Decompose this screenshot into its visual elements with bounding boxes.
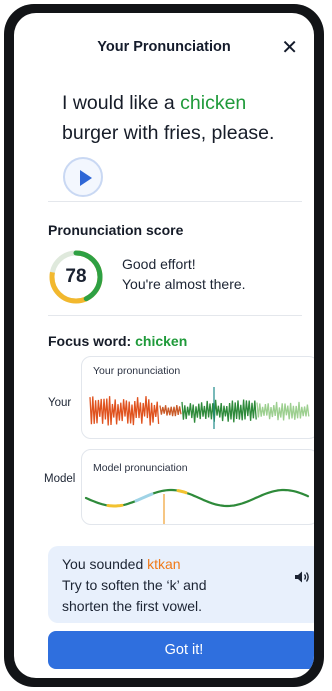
sentence-text-after: burger with fries, please. bbox=[62, 122, 275, 144]
divider bbox=[48, 201, 302, 202]
tip-prefix: You sounded bbox=[62, 556, 148, 572]
your-waveform-card[interactable]: Your pronunciation bbox=[81, 356, 314, 439]
tip-box: You sounded ktkan Try to soften the ‘k’ … bbox=[48, 546, 314, 623]
play-button[interactable] bbox=[63, 157, 103, 197]
tip-line-2: Try to soften the ‘k’ and bbox=[62, 577, 207, 593]
score-section-label: Pronunciation score bbox=[48, 222, 184, 238]
pronunciation-screen: Your Pronunciation ✕ I would like a chic… bbox=[14, 13, 314, 678]
header: Your Pronunciation ✕ bbox=[14, 37, 314, 59]
close-icon[interactable]: ✕ bbox=[281, 37, 298, 59]
divider bbox=[48, 315, 302, 316]
waveform-segment bbox=[256, 401, 310, 421]
focus-word-label: Focus word: chicken bbox=[48, 333, 187, 349]
sentence-text-before: I would like a bbox=[62, 92, 181, 114]
your-waveform bbox=[89, 387, 310, 429]
target-sentence: I would like a chicken burger with fries… bbox=[62, 88, 307, 148]
feedback-line-2: You're almost there. bbox=[122, 276, 246, 292]
page-title: Your Pronunciation bbox=[97, 39, 231, 55]
speaker-icon[interactable] bbox=[294, 570, 310, 584]
got-it-button[interactable]: Got it! bbox=[48, 631, 314, 669]
model-wave-segment bbox=[106, 503, 124, 508]
waveform-segment bbox=[159, 405, 182, 417]
model-row-label: Model bbox=[44, 473, 76, 485]
model-waveform-card[interactable]: Model pronunciation bbox=[81, 449, 314, 525]
device-frame: Your Pronunciation ✕ I would like a chic… bbox=[4, 4, 324, 687]
sentence-highlight-word: chicken bbox=[180, 92, 247, 114]
model-waveform-caption: Model pronunciation bbox=[93, 462, 188, 474]
tip-line-3: shorten the first vowel. bbox=[62, 598, 203, 614]
your-row-label: Your bbox=[48, 397, 72, 409]
model-waveform bbox=[84, 488, 310, 524]
focus-label-text: Focus word: bbox=[48, 333, 136, 349]
focus-word: chicken bbox=[135, 333, 188, 349]
model-wave-segment bbox=[176, 489, 188, 495]
waveform-segment bbox=[181, 399, 257, 423]
sounded-text: ktkan bbox=[147, 556, 181, 572]
feedback-line-1: Good effort! bbox=[122, 256, 196, 272]
tip-line-1: You sounded ktkan bbox=[62, 556, 181, 572]
model-wave-segment bbox=[134, 492, 154, 503]
your-waveform-caption: Your pronunciation bbox=[93, 365, 181, 377]
model-wave-segment bbox=[84, 488, 310, 508]
waveform-segment bbox=[89, 396, 160, 426]
score-value: 78 bbox=[65, 266, 87, 287]
play-icon bbox=[80, 170, 92, 186]
